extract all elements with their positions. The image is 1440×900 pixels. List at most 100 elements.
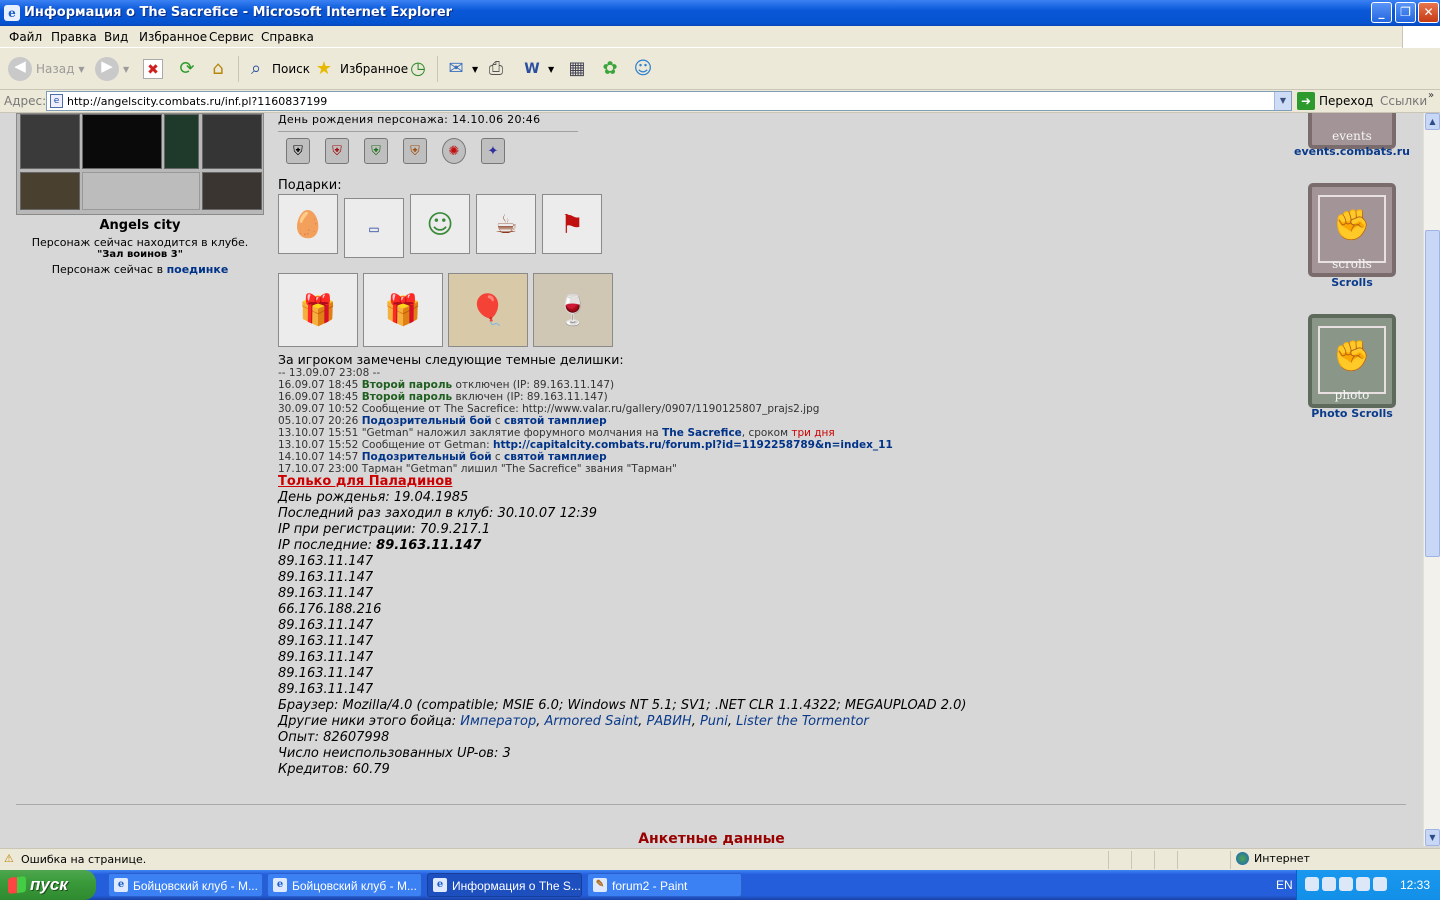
nick-link[interactable]: Lister the Tormentor <box>736 714 869 729</box>
research-button[interactable]: ▦ <box>565 56 589 82</box>
opponent-link[interactable]: святой тамплиер <box>504 415 607 427</box>
scroll-down-icon[interactable]: ▼ <box>1425 829 1440 846</box>
start-button[interactable]: пуск <box>0 870 96 900</box>
events-link[interactable]: events.combats.ru <box>1292 145 1412 158</box>
legs-slot[interactable] <box>202 114 262 169</box>
events-banner[interactable]: events <box>1308 113 1396 149</box>
mail-button[interactable]: ✉ ▼ <box>444 56 478 82</box>
other-nicks-label: Другие ники этого бойца: <box>278 714 457 729</box>
print-button[interactable]: ⎙ <box>484 56 508 82</box>
gifts-label: Подарки: <box>278 178 342 193</box>
taskbar-item[interactable]: ✎ forum2 - Paint <box>587 873 742 897</box>
gift-box-icon[interactable]: 🎁 <box>363 273 443 347</box>
menu-view[interactable]: Вид <box>104 30 128 44</box>
photo-scrolls-link[interactable]: Photo Scrolls <box>1292 407 1412 420</box>
nick-link[interactable]: Puni <box>700 714 728 729</box>
badge-icon[interactable]: ✦ <box>481 138 505 164</box>
paladin-header[interactable]: Только для Паладинов <box>278 474 452 489</box>
windows-flag-icon <box>8 876 26 894</box>
gift-card-icon[interactable]: 🎈 <box>448 273 528 347</box>
gift-card-icon[interactable]: 🍷 <box>533 273 613 347</box>
back-button[interactable]: ◀ Назад ▼ <box>8 56 85 82</box>
badge-icon[interactable]: ⛨ <box>364 138 388 164</box>
fight-link[interactable]: поединке <box>167 263 229 276</box>
taskbar-item-label: Информация о The S... <box>452 879 581 893</box>
armor-slot[interactable] <box>20 114 80 169</box>
nick-link[interactable]: РАВИН <box>647 714 692 729</box>
chevron-right-icon[interactable]: » <box>1428 90 1434 101</box>
player-link[interactable]: The Sacrefice <box>662 427 742 439</box>
address-dropdown-icon[interactable]: ▼ <box>1274 92 1291 110</box>
forum-link[interactable]: http://capitalcity.combats.ru/forum.pl?i… <box>493 439 893 451</box>
language-indicator[interactable]: EN <box>1276 878 1293 892</box>
badge-icon[interactable]: ⛨ <box>403 138 427 164</box>
network-icon[interactable] <box>1322 877 1336 891</box>
menu-favorites[interactable]: Избранное <box>139 30 207 44</box>
warning-icon[interactable]: ⚠ <box>4 852 17 865</box>
gift-icon[interactable]: ☺ <box>410 194 470 254</box>
photo-scrolls-banner[interactable]: ✊ photo <box>1308 314 1396 408</box>
gift-box-icon[interactable]: 🎁 <box>278 273 358 347</box>
globe-icon <box>1236 852 1249 865</box>
gift-icon[interactable]: ☕ <box>476 194 536 254</box>
taskbar-item-active[interactable]: e Информация о The S... <box>427 873 582 897</box>
security-zone: Интернет <box>1236 852 1310 865</box>
refresh-button[interactable]: ⟳ <box>175 56 199 82</box>
scroll-thumb[interactable] <box>1425 230 1440 557</box>
links-button[interactable]: Ссылки <box>1380 94 1427 108</box>
messenger-tray-icon[interactable] <box>1356 877 1370 891</box>
scrolls-link[interactable]: Scrolls <box>1292 276 1412 289</box>
taskbar-item[interactable]: e Бойцовский клуб - М... <box>108 873 263 897</box>
security-tray-icon[interactable] <box>1373 877 1387 891</box>
window-title: Информация о The Sacrefice - Microsoft I… <box>24 5 453 20</box>
clock[interactable]: 12:33 <box>1400 878 1430 892</box>
volume-icon[interactable] <box>1339 877 1353 891</box>
scroll-up-icon[interactable]: ▲ <box>1425 113 1440 130</box>
icq-button[interactable]: ✿ <box>598 56 622 82</box>
browser-info: Браузер: Mozilla/4.0 (compatible; MSIE 6… <box>278 698 967 713</box>
menu-help[interactable]: Справка <box>261 30 314 44</box>
badge-icon[interactable]: ⛨ <box>325 138 349 164</box>
belt-slot[interactable] <box>20 172 80 210</box>
favorites-button[interactable]: ★ Избранное <box>312 56 408 82</box>
badge-icon[interactable]: ✺ <box>442 138 466 164</box>
forward-button[interactable]: ▶ ▼ <box>95 56 129 82</box>
history-button[interactable]: ◷ <box>406 56 430 82</box>
maximize-button[interactable]: ❐ <box>1395 2 1416 23</box>
back-label: Назад <box>36 62 75 76</box>
home-button[interactable]: ⌂ <box>206 56 230 82</box>
status-bar: ⚠ Ошибка на странице. Интернет <box>0 848 1440 870</box>
close-button[interactable]: ✕ <box>1418 2 1439 23</box>
suspicious-fight-link[interactable]: Подозрительный бой <box>362 451 492 463</box>
pet-slot[interactable] <box>164 114 199 169</box>
divider <box>16 804 1406 805</box>
paint-icon: ✎ <box>593 878 607 892</box>
search-button[interactable]: ⌕ Поиск <box>244 56 310 82</box>
taskbar-item[interactable]: e Бойцовский клуб - М... <box>267 873 422 897</box>
log-text: Сообщение от The Sacrefice: http://www.v… <box>361 403 820 415</box>
messenger-button[interactable]: ☺ <box>631 56 655 82</box>
stop-button[interactable]: ✖ <box>143 56 163 82</box>
nick-link[interactable]: Armored Saint <box>545 714 639 729</box>
nick-link[interactable]: Император <box>460 714 536 729</box>
menu-tools[interactable]: Сервис <box>209 30 254 44</box>
menu-file[interactable]: Файл <box>9 30 42 44</box>
ip-entry: 89.163.11.147 <box>278 650 374 665</box>
boots-slot[interactable] <box>202 172 262 210</box>
go-button[interactable]: ➜ Переход <box>1297 92 1373 110</box>
menu-edit[interactable]: Правка <box>51 30 97 44</box>
minimize-button[interactable]: _ <box>1371 2 1392 23</box>
tray-chevron-icon[interactable] <box>1305 877 1319 891</box>
gift-icon[interactable]: 🥚 <box>278 194 338 254</box>
opponent-link[interactable]: святой тамплиер <box>504 451 607 463</box>
suspicious-fight-link[interactable]: Подозрительный бой <box>362 415 492 427</box>
scrolls-banner[interactable]: ✊ scrolls <box>1308 183 1396 277</box>
vertical-scrollbar[interactable]: ▲ ▼ <box>1423 113 1440 846</box>
address-input[interactable]: e http://angelscity.combats.ru/inf.pl?11… <box>46 91 1292 111</box>
gift-icon[interactable]: ⚑ <box>542 194 602 254</box>
badge-icon[interactable]: ⛨ <box>286 138 310 164</box>
edit-button[interactable]: W ▼ <box>520 56 554 82</box>
gift-icon[interactable]: ▭ <box>344 198 404 258</box>
start-label: пуск <box>30 875 68 894</box>
toolbar-separator <box>437 56 438 82</box>
